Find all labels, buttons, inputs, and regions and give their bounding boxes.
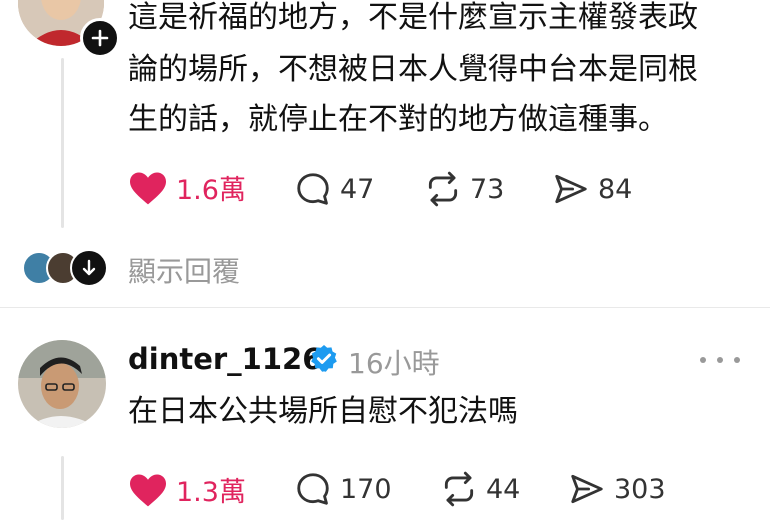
post2-repost-count: 44 [486,473,521,505]
post1-text-line-2: 論的場所，不想被日本人覺得中台本是同根 [128,52,698,87]
post-divider [0,307,770,308]
post2-username[interactable]: dinter_1126 [128,342,322,376]
more-icon-dot [700,357,706,363]
show-replies-link[interactable]: 顯示回覆 [128,250,240,290]
heart-filled-icon [130,473,166,506]
post2-text: 在日本公共場所自慰不犯法嗎 [128,394,518,429]
post1-repost-button[interactable]: 73 [424,170,504,208]
post1-like-button[interactable]: 1.6萬 [128,168,246,207]
post2-comment-count: 170 [340,473,392,505]
send-icon [555,174,587,204]
verified-badge-icon [308,343,340,375]
post2-like-count: 1.3萬 [176,477,246,508]
expand-replies-button[interactable] [70,249,108,287]
post1-share-button[interactable]: 84 [552,170,632,208]
post1-share-count: 84 [598,173,633,205]
post1-like-count: 1.6萬 [176,175,246,206]
comment-icon [297,173,329,205]
post1-comment-count: 47 [340,173,375,205]
post1-text-line-3: 生的話，就停止在不對的地方做這種事。 [128,102,668,137]
more-icon-dot [717,357,723,363]
repost-icon [444,471,474,507]
heart-filled-icon [130,171,166,204]
post1-repost-count: 73 [470,173,505,205]
post1-comment-button[interactable]: 47 [294,170,374,208]
more-icon-dot [734,357,740,363]
post2-timestamp: 16小時 [348,347,440,380]
post2-avatar[interactable] [18,340,106,428]
follow-button[interactable] [80,18,120,58]
post1-text-line-1: 這是祈福的地方，不是什麼宣示主權發表政 [128,0,698,35]
post2-share-button[interactable]: 303 [568,470,666,508]
reply-avatars[interactable] [22,248,108,288]
arrow-down-icon [82,259,96,276]
post2-repost-button[interactable]: 44 [440,470,520,508]
comment-icon [297,473,329,505]
plus-icon [91,29,109,47]
post2-share-count: 303 [614,473,666,505]
more-options-button[interactable] [700,350,740,370]
send-icon [571,474,603,504]
thread-line [61,456,64,520]
thread-line [61,58,64,228]
post2-comment-button[interactable]: 170 [294,470,392,508]
post2-like-button[interactable]: 1.3萬 [128,470,246,509]
repost-icon [428,171,458,207]
